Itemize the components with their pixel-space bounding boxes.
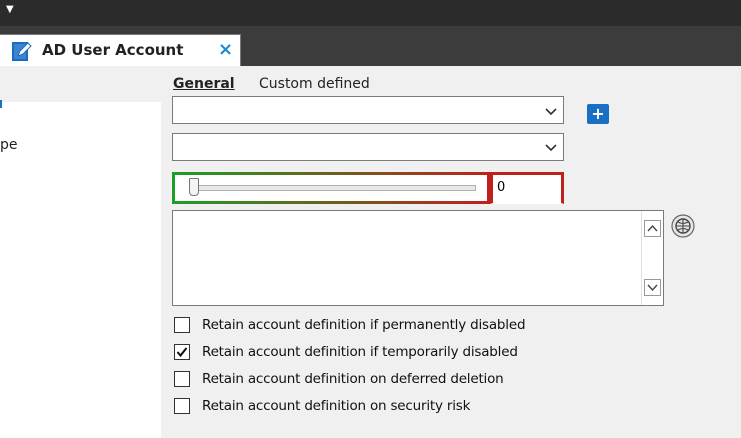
checkbox[interactable]: [174, 371, 190, 387]
add-button[interactable]: +: [587, 104, 609, 124]
checkbox[interactable]: [174, 317, 190, 333]
general-form-panel: + 0 Retain account definition if permane…: [161, 96, 741, 438]
slider-track[interactable]: [190, 185, 476, 191]
tab-ad-user-account[interactable]: AD User Account ×: [0, 34, 241, 66]
checkbox-label: Retain account definition on security ri…: [202, 398, 471, 414]
chevron-down-icon[interactable]: [545, 142, 557, 154]
checkbox-label: Retain account definition if temporarily…: [202, 344, 518, 360]
combo-box-1[interactable]: [172, 96, 564, 124]
dropdown-caret-icon[interactable]: ▼: [6, 4, 14, 15]
left-panel: pe: [0, 100, 161, 438]
checkmark-icon: [176, 347, 188, 358]
checkbox[interactable]: [174, 344, 190, 360]
document-tab-strip: AD User Account ×: [0, 26, 741, 66]
description-textarea[interactable]: [172, 210, 664, 306]
textarea-scrollbar[interactable]: [641, 211, 663, 305]
tab-title: AD User Account: [42, 41, 184, 59]
risk-slider[interactable]: [172, 172, 490, 204]
tab-general[interactable]: General: [173, 76, 235, 92]
title-bar: ▼: [0, 0, 741, 26]
checkbox[interactable]: [174, 398, 190, 414]
scroll-down-icon[interactable]: [644, 279, 661, 296]
tab-custom-defined[interactable]: Custom defined: [259, 76, 370, 92]
checkbox-label: Retain account definition if permanently…: [202, 317, 526, 333]
left-panel-label-fragment: pe: [0, 137, 18, 153]
left-panel-marker: [0, 100, 2, 108]
globe-icon[interactable]: [671, 214, 695, 238]
slider-value: 0: [497, 180, 506, 195]
slider-thumb[interactable]: [189, 178, 199, 196]
checkbox-label: Retain account definition on deferred de…: [202, 371, 504, 387]
slider-value-input[interactable]: 0: [490, 172, 564, 204]
close-icon[interactable]: ×: [218, 39, 233, 60]
combo-box-2[interactable]: [172, 133, 564, 161]
chevron-down-icon[interactable]: [545, 106, 557, 118]
scroll-up-icon[interactable]: [644, 220, 661, 237]
edit-document-icon: [12, 42, 32, 61]
